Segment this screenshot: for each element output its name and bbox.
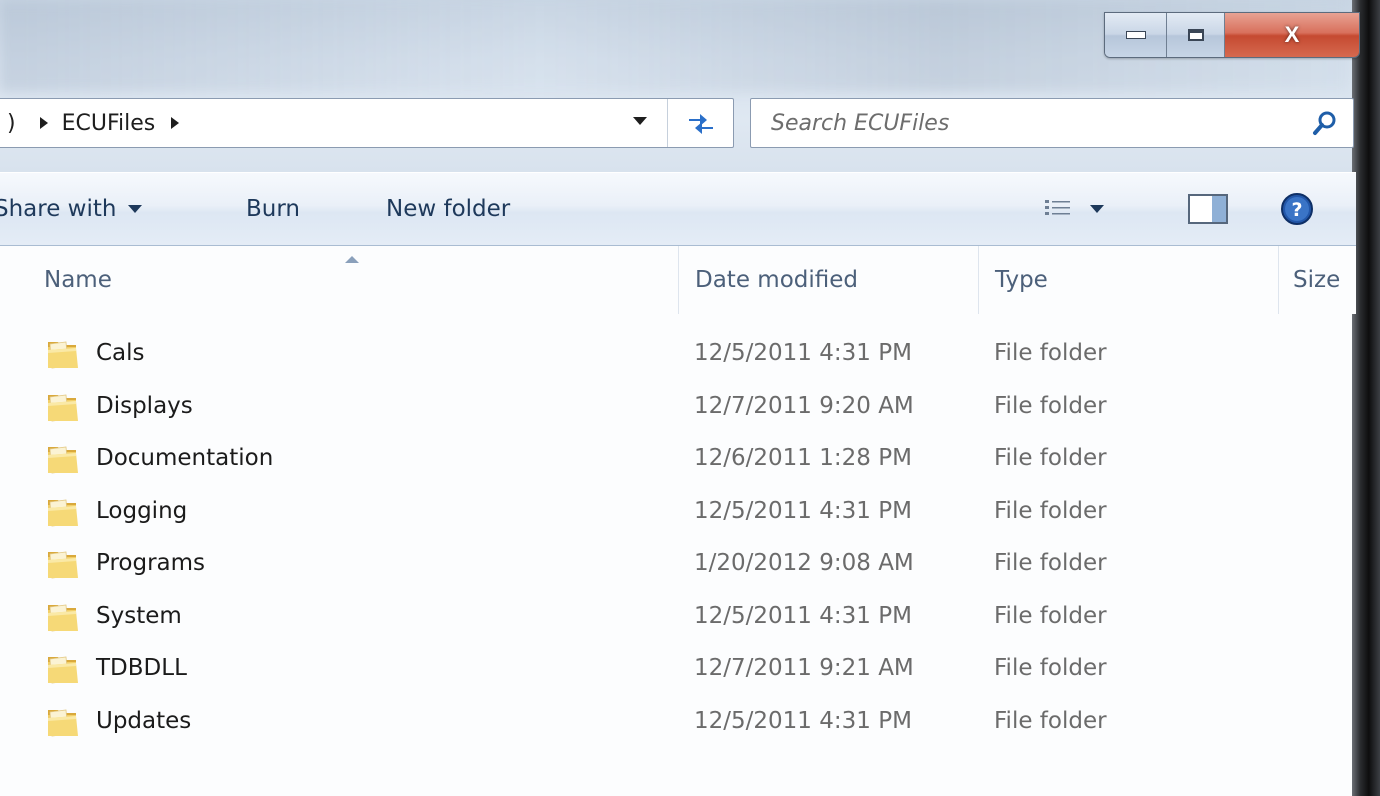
file-row[interactable]: Updates 12/5/2011 4:31 PM File folder bbox=[0, 696, 1356, 749]
file-name: System bbox=[96, 602, 182, 629]
column-header: Name Date modified Type Size bbox=[0, 246, 1356, 314]
file-date-modified: 12/7/2011 9:21 AM bbox=[694, 655, 914, 681]
file-row[interactable]: Documentation 12/6/2011 1:28 PM File fol… bbox=[0, 433, 1356, 486]
file-type: File folder bbox=[994, 340, 1107, 366]
address-dropdown-icon[interactable] bbox=[633, 117, 647, 125]
column-name-label: Name bbox=[44, 267, 112, 293]
maximize-icon bbox=[1187, 29, 1204, 41]
file-type: File folder bbox=[994, 707, 1107, 734]
column-type-label: Type bbox=[995, 267, 1048, 293]
refresh-icon bbox=[689, 114, 713, 134]
file-date-modified: 12/5/2011 4:31 PM bbox=[694, 497, 912, 524]
column-date-modified[interactable]: Date modified bbox=[678, 246, 978, 314]
details-view-icon bbox=[1045, 200, 1070, 215]
address-bar[interactable]: ) ECUFiles bbox=[0, 98, 734, 148]
search-icon[interactable] bbox=[1311, 109, 1339, 137]
caption-buttons: X bbox=[1104, 12, 1360, 58]
file-row[interactable]: System 12/5/2011 4:31 PM File folder bbox=[0, 591, 1356, 644]
file-name: Cals bbox=[96, 340, 145, 366]
views-button[interactable] bbox=[1044, 191, 1104, 227]
column-size-label: Size bbox=[1293, 267, 1341, 293]
file-name: Updates bbox=[96, 707, 192, 734]
column-date-label: Date modified bbox=[695, 267, 858, 293]
file-type: File folder bbox=[994, 550, 1107, 576]
share-dropdown-icon bbox=[128, 205, 143, 213]
file-row[interactable]: Cals 12/5/2011 4:31 PM File folder bbox=[0, 328, 1356, 381]
column-type[interactable]: Type bbox=[978, 246, 1278, 314]
file-type: File folder bbox=[994, 655, 1107, 681]
new-folder-button[interactable]: New folder bbox=[386, 173, 510, 245]
folder-icon bbox=[48, 709, 78, 736]
refresh-button[interactable] bbox=[667, 99, 734, 147]
file-row[interactable]: Logging 12/5/2011 4:31 PM File folder bbox=[0, 486, 1356, 539]
file-date-modified: 12/5/2011 4:31 PM bbox=[694, 707, 912, 734]
views-dropdown-icon bbox=[1090, 205, 1104, 213]
file-row[interactable]: TDBDLL 12/7/2011 9:21 AM File folder bbox=[0, 643, 1356, 696]
folder-icon bbox=[48, 604, 78, 631]
folder-icon bbox=[48, 551, 78, 579]
file-list: Cals 12/5/2011 4:31 PM File folder Displ… bbox=[0, 328, 1356, 748]
share-with-label: Share with bbox=[0, 196, 117, 222]
file-date-modified: 1/20/2012 9:08 AM bbox=[694, 550, 914, 576]
file-type: File folder bbox=[994, 602, 1107, 629]
burn-label: Burn bbox=[246, 196, 300, 222]
file-type: File folder bbox=[994, 392, 1107, 419]
file-row[interactable]: Programs 1/20/2012 9:08 AM File folder bbox=[0, 538, 1356, 591]
file-date-modified: 12/5/2011 4:31 PM bbox=[694, 340, 912, 366]
file-date-modified: 12/6/2011 1:28 PM bbox=[694, 445, 912, 471]
file-name: Documentation bbox=[96, 445, 274, 471]
sort-ascending-icon bbox=[345, 256, 359, 263]
folder-icon bbox=[48, 499, 78, 526]
close-button[interactable]: X bbox=[1225, 13, 1359, 57]
minimize-icon bbox=[1125, 31, 1146, 39]
burn-button[interactable]: Burn bbox=[246, 173, 300, 245]
file-row[interactable]: Displays 12/7/2011 9:20 AM File folder bbox=[0, 381, 1356, 434]
preview-pane-icon[interactable] bbox=[1188, 194, 1228, 224]
folder-icon bbox=[48, 394, 78, 421]
column-name[interactable]: Name bbox=[0, 246, 678, 314]
new-folder-label: New folder bbox=[386, 196, 511, 222]
command-bar: Share with Burn New folder ? bbox=[0, 172, 1356, 246]
folder-icon bbox=[48, 341, 78, 369]
help-icon[interactable]: ? bbox=[1280, 192, 1314, 226]
breadcrumb-separator-icon[interactable] bbox=[39, 117, 48, 129]
breadcrumb-chevron-icon[interactable] bbox=[171, 117, 180, 129]
file-name: Logging bbox=[96, 497, 188, 524]
svg-text:?: ? bbox=[1291, 199, 1302, 221]
share-with-button[interactable]: Share with bbox=[0, 173, 143, 245]
folder-icon bbox=[48, 446, 78, 474]
file-type: File folder bbox=[994, 445, 1107, 471]
file-date-modified: 12/5/2011 4:31 PM bbox=[694, 602, 912, 629]
column-size[interactable]: Size bbox=[1278, 246, 1358, 314]
file-date-modified: 12/7/2011 9:20 AM bbox=[694, 392, 914, 419]
minimize-button[interactable] bbox=[1105, 13, 1167, 57]
breadcrumb-truncated: ) bbox=[7, 110, 16, 136]
maximize-button[interactable] bbox=[1167, 13, 1225, 57]
window-right-edge bbox=[1352, 0, 1380, 796]
close-icon: X bbox=[1284, 22, 1300, 47]
file-type: File folder bbox=[994, 497, 1107, 524]
search-box[interactable] bbox=[750, 98, 1354, 148]
file-name: TDBDLL bbox=[96, 655, 187, 681]
file-name: Displays bbox=[96, 392, 193, 419]
file-name: Programs bbox=[96, 550, 206, 576]
folder-icon bbox=[48, 656, 78, 684]
search-input[interactable] bbox=[751, 99, 1291, 147]
breadcrumb-current[interactable]: ECUFiles bbox=[62, 111, 156, 136]
